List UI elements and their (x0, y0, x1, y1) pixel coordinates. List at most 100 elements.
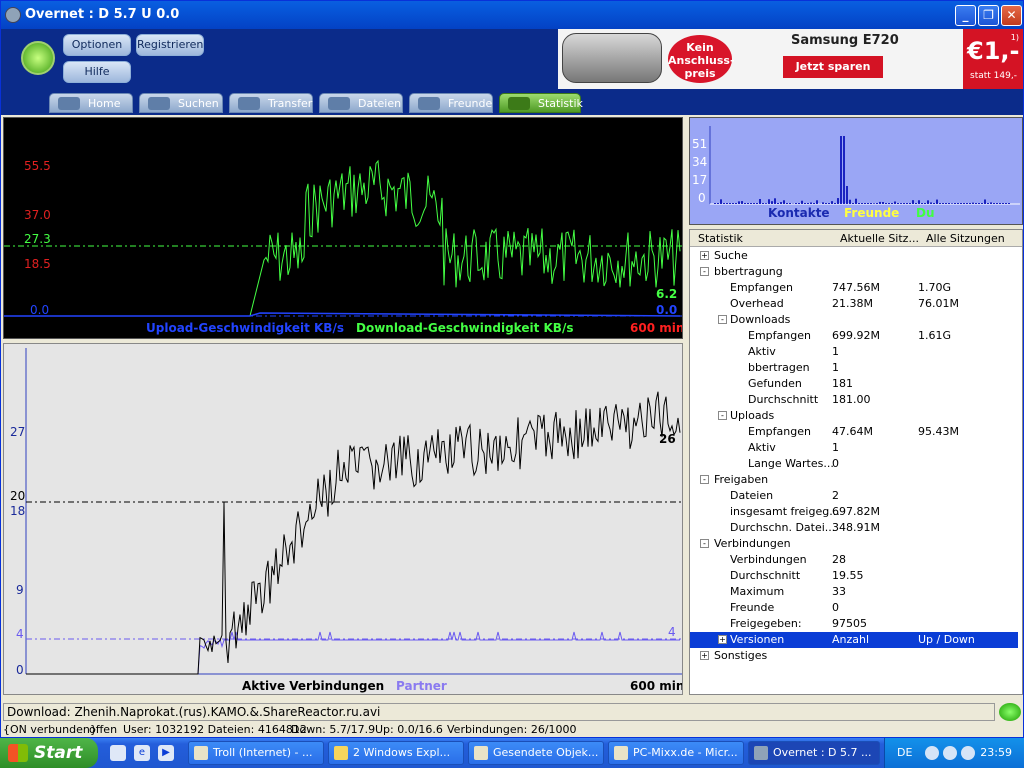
network-bar (723, 203, 725, 204)
stats-row[interactable]: Durchschnitt 19.55 (690, 568, 1018, 584)
task-label: 2 Windows Expl... (353, 746, 451, 759)
stats-row[interactable]: Empfangen 747.56M 1.70G (690, 280, 1018, 296)
stats-label: Durchschn. Datei... (730, 521, 836, 534)
stats-row[interactable]: Durchschnitt 181.00 (690, 392, 1018, 408)
network-bar (945, 203, 947, 204)
task-gesendete-objekte[interactable]: Gesendete Objek... (468, 741, 604, 765)
stats-row[interactable]: Empfangen 47.64M 95.43M (690, 424, 1018, 440)
current-upload-value: 0.0 (656, 303, 677, 317)
taskbar: Start e ▶ Troll (Internet) - ... 2 Windo… (0, 738, 1024, 768)
stats-row[interactable]: bbertragen 1 (690, 360, 1018, 376)
current-partner-value: 4 (668, 625, 676, 639)
minimize-button[interactable]: _ (955, 5, 976, 26)
start-button[interactable]: Start (0, 738, 98, 768)
close-button[interactable]: ✕ (1001, 5, 1022, 26)
tab-transfer[interactable]: Transfer (229, 93, 313, 113)
expand-icon[interactable]: + (700, 651, 709, 660)
expand-icon[interactable]: + (700, 251, 709, 260)
stats-row[interactable]: Maximum 33 (690, 584, 1018, 600)
column-aktuelle-sitzung[interactable]: Aktuelle Sitz... (840, 232, 919, 245)
stats-row[interactable]: - Freigaben (690, 472, 1018, 488)
network-bar (822, 202, 824, 204)
tray-arrow-icon[interactable] (925, 746, 939, 760)
stats-row[interactable]: Verbindungen 28 (690, 552, 1018, 568)
stats-label: Gefunden (748, 377, 802, 390)
stats-row[interactable]: Durchschn. Datei... 348.91M (690, 520, 1018, 536)
stats-label: Freunde (730, 601, 775, 614)
stats-row[interactable]: Empfangen 699.92M 1.61G (690, 328, 1018, 344)
internet-explorer-icon[interactable]: e (134, 745, 150, 761)
network-bar (750, 203, 752, 204)
stats-row[interactable]: insgesamt freigeg... 697.82M (690, 504, 1018, 520)
network-bar (879, 201, 881, 204)
stats-current: 97505 (832, 617, 867, 630)
network-bar (891, 203, 893, 204)
stats-row[interactable]: - Downloads (690, 312, 1018, 328)
column-statistik[interactable]: Statistik (698, 232, 743, 245)
hilfe-button[interactable]: Hilfe (63, 61, 131, 83)
advertisement-banner[interactable]: Kein Anschluss- preis Samsung E720 Jetzt… (558, 29, 1023, 89)
stats-row[interactable]: Overhead 21.38M 76.01M (690, 296, 1018, 312)
stats-row[interactable]: - bbertragung (690, 264, 1018, 280)
collapse-icon[interactable]: - (700, 539, 709, 548)
task-troll[interactable]: Troll (Internet) - ... (188, 741, 324, 765)
y-tick: 55.5 (24, 159, 51, 173)
stats-current: 28 (832, 553, 846, 566)
ad-model: Samsung E720 (791, 33, 899, 48)
stats-row[interactable]: Freunde 0 (690, 600, 1018, 616)
down-status: Down: 5.7/17.9 (291, 723, 376, 736)
stats-label: Versionen (730, 633, 785, 646)
overnet-logo-icon (21, 41, 55, 75)
stats-row[interactable]: Lange Wartes... 0 (690, 456, 1018, 472)
ad-price-box: €1,- 1) statt 149,- (963, 29, 1023, 89)
task-overnet[interactable]: Overnet : D 5.7 ... (748, 741, 880, 765)
tab-suchen[interactable]: Suchen (139, 93, 223, 113)
network-bar (954, 203, 956, 204)
ad-cta-button[interactable]: Jetzt sparen (783, 56, 883, 78)
start-label: Start (34, 743, 83, 763)
network-bar (759, 199, 761, 204)
y-tick: 9 (16, 583, 24, 597)
collapse-icon[interactable]: - (718, 315, 727, 324)
stats-row[interactable]: Dateien 2 (690, 488, 1018, 504)
stats-row[interactable]: + Suche (690, 248, 1018, 264)
network-bar (732, 203, 734, 204)
network-icon[interactable] (961, 746, 975, 760)
volume-icon[interactable] (943, 746, 957, 760)
network-bar (882, 202, 884, 204)
column-alle-sitzungen[interactable]: Alle Sitzungen (926, 232, 1005, 245)
network-chart: 51 34 17 0 Kontakte Freunde Du (689, 117, 1023, 225)
stats-row[interactable]: - Verbindungen (690, 536, 1018, 552)
network-bar (873, 203, 875, 204)
stats-row[interactable]: Freigegeben: 97505 (690, 616, 1018, 632)
stats-row[interactable]: - Uploads (690, 408, 1018, 424)
stats-row[interactable]: + Versionen Anzahl Up / Down (690, 632, 1018, 648)
collapse-icon[interactable]: - (700, 475, 709, 484)
tab-statistik[interactable]: Statistik (499, 93, 583, 113)
registrieren-button[interactable]: Registrieren (136, 34, 204, 56)
network-bar (999, 203, 1001, 204)
maximize-button[interactable]: ❐ (978, 5, 999, 26)
task-windows-explorer[interactable]: 2 Windows Expl... (328, 741, 464, 765)
stats-current: 2 (832, 489, 839, 502)
task-pc-mixx[interactable]: PC-Mixx.de - Micr... (608, 741, 744, 765)
optionen-button[interactable]: Optionen (63, 34, 131, 56)
stats-row[interactable]: Gefunden 181 (690, 376, 1018, 392)
desktop-icon[interactable] (110, 745, 126, 761)
tab-freunde[interactable]: Freunde (409, 93, 493, 113)
stats-row[interactable]: + Sonstiges (690, 648, 1018, 664)
home-icon (58, 97, 80, 110)
collapse-icon[interactable]: - (700, 267, 709, 276)
stats-label: bbertragung (714, 265, 783, 278)
statistics-tree[interactable]: Statistik Aktuelle Sitz... Alle Sitzunge… (689, 229, 1023, 695)
tab-home[interactable]: Home (49, 93, 133, 113)
tab-dateien[interactable]: Dateien (319, 93, 403, 113)
collapse-icon[interactable]: - (718, 411, 727, 420)
language-indicator[interactable]: DE (897, 738, 912, 768)
stats-row[interactable]: Aktiv 1 (690, 440, 1018, 456)
expand-icon[interactable]: + (718, 635, 727, 644)
network-bar (996, 203, 998, 204)
media-player-icon[interactable]: ▶ (158, 745, 174, 761)
tab-label: Suchen (178, 97, 219, 110)
stats-row[interactable]: Aktiv 1 (690, 344, 1018, 360)
